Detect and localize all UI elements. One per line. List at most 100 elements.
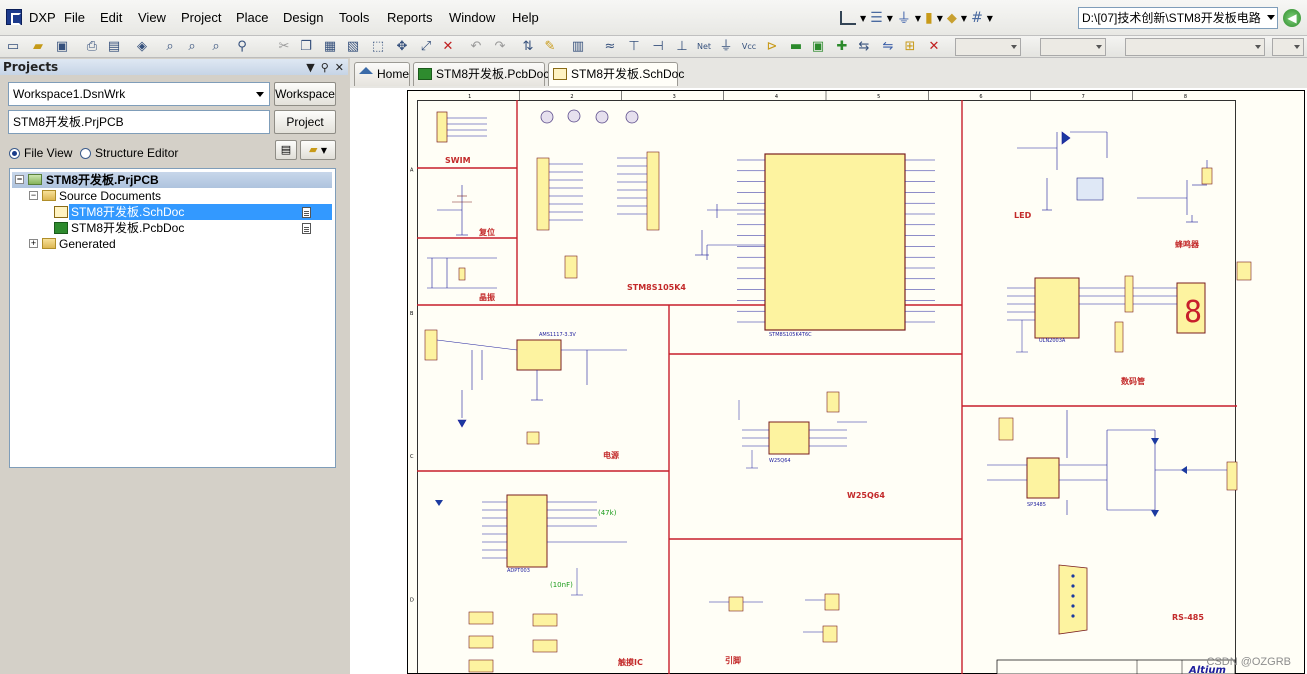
project-options-button[interactable]: ▤ <box>275 140 297 160</box>
schematic-document-icon <box>54 206 68 218</box>
dropdown-arrow-icon[interactable]: ▼ <box>915 14 921 23</box>
expand-icon[interactable]: + <box>29 239 38 248</box>
tab-home[interactable]: Home <box>354 62 410 86</box>
source-documents-label: Source Documents <box>59 189 162 203</box>
place-sheet-symbol-icon[interactable]: ▬ <box>788 39 804 55</box>
select-area-icon[interactable]: ⬚ <box>370 39 386 55</box>
place-bus-icon[interactable]: ⊤ <box>626 39 642 55</box>
structure-editor-radio[interactable]: Structure Editor <box>80 146 178 160</box>
wiring-quick-tools: ▼ ☰ ▼ ⏚ ▼ ▮ ▼ ◆ ▼ # ▼ <box>840 6 993 30</box>
workspace-select[interactable]: Workspace1.DsnWrk <box>8 82 270 106</box>
menu-place[interactable]: Place <box>236 10 269 25</box>
menu-view[interactable]: View <box>138 10 166 25</box>
zoom-area-icon[interactable]: ⌕ <box>184 39 200 55</box>
place-bus-entry-icon[interactable]: ⊣ <box>650 39 666 55</box>
cut-icon[interactable]: ✂ <box>276 39 292 55</box>
filter-icon[interactable]: ⚲ <box>234 39 250 55</box>
menu-reports[interactable]: Reports <box>387 10 433 25</box>
collapse-icon[interactable]: − <box>15 175 24 184</box>
toolbar-combo-1[interactable] <box>955 38 1021 56</box>
doc-options-button[interactable]: ▰ ▼ <box>300 140 336 160</box>
zoom-fit-icon[interactable]: ⌕ <box>162 39 178 55</box>
tree-doc-schdoc[interactable]: STM8开发板.SchDoc <box>12 204 332 220</box>
tree-root-project[interactable]: − STM8开发板.PrjPCB <box>12 172 332 188</box>
menu-dxp[interactable]: DXP <box>29 10 56 25</box>
compile-icon[interactable]: ✎ <box>542 39 558 55</box>
layers-icon[interactable]: ◈ <box>134 39 150 55</box>
toolbar-combo-2[interactable] <box>1040 38 1106 56</box>
place-part-icon[interactable]: ⊳ <box>764 39 780 55</box>
paste-icon[interactable]: ▦ <box>322 39 338 55</box>
cross-probe-icon[interactable]: ⤢ <box>418 39 434 55</box>
dropdown-arrow-icon[interactable]: ▼ <box>937 14 943 23</box>
redo-icon[interactable]: ↷ <box>492 39 508 55</box>
net-label-icon[interactable]: Net <box>694 39 714 55</box>
place-net-label-icon[interactable]: ⊥ <box>674 39 690 55</box>
dropdown-arrow-icon[interactable]: ▼ <box>961 14 967 23</box>
delete-icon[interactable]: ✕ <box>926 39 942 55</box>
component-pin-icon[interactable]: ▮ <box>925 10 933 26</box>
pin-icon[interactable]: ⚲ <box>321 60 329 76</box>
dropdown-arrow-icon[interactable]: ▼ <box>860 14 866 23</box>
file-view-radio[interactable]: File View <box>9 146 72 160</box>
copy-icon[interactable]: ❐ <box>298 39 314 55</box>
dropdown-arrow-icon[interactable]: ▼ <box>887 14 893 23</box>
panel-menu-icon[interactable]: ▼ <box>306 60 314 76</box>
pcb-doc-icon <box>418 68 432 80</box>
place-device-sheet-icon[interactable]: ✚ <box>834 39 850 55</box>
print-preview-icon[interactable]: ▤ <box>106 39 122 55</box>
collapse-icon[interactable]: − <box>29 191 38 200</box>
clear-selection-icon[interactable]: ✕ <box>440 39 456 55</box>
place-sheet-entry-icon[interactable]: ▣ <box>810 39 826 55</box>
grid-icon[interactable]: # <box>971 10 983 26</box>
dxp-logo-icon[interactable] <box>6 9 22 25</box>
flash-part-number-small: W25Q64 <box>769 458 791 464</box>
tab-schdoc-label: STM8开发板.SchDoc <box>571 67 685 81</box>
save-icon[interactable]: ▣ <box>54 39 70 55</box>
menu-help[interactable]: Help <box>512 10 539 25</box>
tab-pcbdoc[interactable]: STM8开发板.PcbDoc <box>413 62 549 86</box>
print-icon[interactable]: ⎙ <box>84 39 100 55</box>
menu-tools[interactable]: Tools <box>339 10 369 25</box>
menu-window[interactable]: Window <box>449 10 495 25</box>
mcu-chip[interactable]: STM8S105K4T6C <box>737 153 935 338</box>
close-icon[interactable]: ✕ <box>335 60 344 76</box>
toolbar-combo-3[interactable] <box>1125 38 1265 56</box>
project-button[interactable]: Project <box>274 110 336 134</box>
vcc-port-icon[interactable]: Vcc <box>740 39 758 55</box>
open-folder-icon[interactable]: ▰ <box>30 39 46 55</box>
dropdown-arrow-icon[interactable]: ▼ <box>987 14 993 23</box>
tree-source-documents[interactable]: − Source Documents <box>12 188 332 204</box>
hierarchy-icon[interactable]: ⇅ <box>520 39 536 55</box>
generated-label: Generated <box>59 237 116 251</box>
place-directive-icon[interactable]: ⇋ <box>880 39 896 55</box>
tree-doc-pcbdoc[interactable]: STM8开发板.PcbDoc <box>12 220 332 236</box>
rs485-part-number: SP3485 <box>1027 502 1046 508</box>
chart-tool-icon[interactable] <box>840 11 856 25</box>
workspace-button[interactable]: Workspace <box>274 82 336 106</box>
menu-project[interactable]: Project <box>181 10 221 25</box>
menu-file[interactable]: File <box>64 10 85 25</box>
undo-icon[interactable]: ↶ <box>468 39 484 55</box>
browse-library-icon[interactable]: ▥ <box>570 39 586 55</box>
align-tool-icon[interactable]: ☰ <box>870 10 883 26</box>
no-erc-icon[interactable]: ⊞ <box>902 39 918 55</box>
toolbar-combo-4[interactable] <box>1272 38 1304 56</box>
diamond-tool-icon[interactable]: ◆ <box>947 11 957 26</box>
menu-edit[interactable]: Edit <box>100 10 122 25</box>
place-port-icon[interactable]: ⇆ <box>856 39 872 55</box>
zoom-selected-icon[interactable]: ⌕ <box>208 39 224 55</box>
new-document-icon[interactable]: ▭ <box>5 39 21 55</box>
schematic-sheet[interactable]: 1 2 3 4 5 6 7 8ABCD SWIM 复位 晶振 STM8S105K… <box>407 90 1305 674</box>
gnd-port-icon[interactable]: ⏚ <box>718 39 734 55</box>
back-icon[interactable]: ◀ <box>1283 9 1301 27</box>
power-port-icon[interactable]: ⏚ <box>897 8 911 28</box>
project-path-combo[interactable]: D:\[07]技术创新\STM8开发板电路 <box>1078 7 1278 29</box>
move-icon[interactable]: ✥ <box>394 39 410 55</box>
menu-design[interactable]: Design <box>283 10 323 25</box>
tab-schdoc[interactable]: STM8开发板.SchDoc <box>548 62 684 86</box>
tree-generated[interactable]: + Generated <box>12 236 332 252</box>
place-wire-icon[interactable]: ≈ <box>602 39 618 55</box>
project-field[interactable]: STM8开发板.PrjPCB <box>8 110 270 134</box>
rubber-stamp-icon[interactable]: ▧ <box>345 39 361 55</box>
